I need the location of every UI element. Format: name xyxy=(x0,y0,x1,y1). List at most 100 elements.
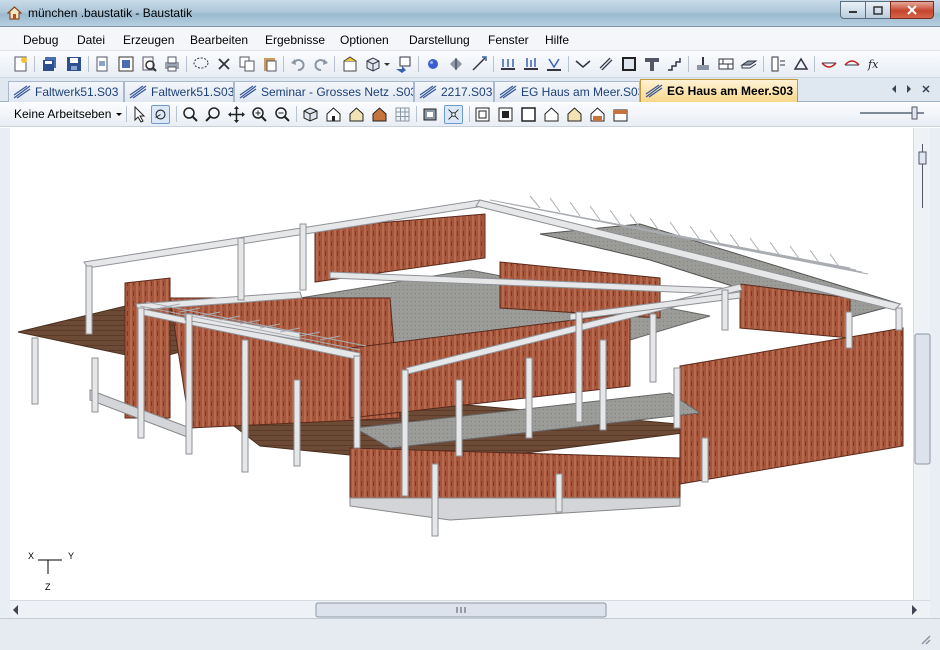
wall-icon[interactable] xyxy=(717,55,735,73)
load-area-icon[interactable] xyxy=(522,55,540,73)
save-all-icon[interactable] xyxy=(41,55,59,73)
view-house-icon[interactable] xyxy=(542,105,561,124)
menu-hilfe[interactable]: Hilfe xyxy=(545,33,569,47)
tab-2217[interactable]: 2217.S03 xyxy=(414,81,494,102)
menu-ergebnisse[interactable]: Ergebnisse xyxy=(265,33,325,47)
export-icon[interactable] xyxy=(394,55,412,73)
lasso-select-icon[interactable] xyxy=(192,55,210,73)
viewport-frame-left xyxy=(0,128,10,618)
wall-left-end xyxy=(124,277,171,419)
window-title: münchen .baustatik - Baustatik xyxy=(28,6,193,20)
menu-fenster[interactable]: Fenster xyxy=(488,33,529,47)
load-case-icon[interactable] xyxy=(499,55,517,73)
load-line-icon[interactable] xyxy=(545,55,563,73)
view-front-icon[interactable] xyxy=(496,105,515,124)
tab-eg-haus-a[interactable]: EG Haus am Meer.S03 xyxy=(494,81,640,102)
maximize-icon xyxy=(873,5,883,15)
view-house-right-icon[interactable] xyxy=(588,105,607,124)
plate-icon[interactable] xyxy=(620,55,638,73)
render-solid-icon[interactable] xyxy=(421,105,440,124)
building-model: X Y Z xyxy=(17,195,904,592)
minimize-button[interactable] xyxy=(840,1,866,19)
t-section-icon[interactable] xyxy=(643,55,661,73)
close-button[interactable] xyxy=(890,1,934,19)
view-side-icon[interactable] xyxy=(519,105,538,124)
zoom-in-icon[interactable] xyxy=(250,105,269,124)
wall-front xyxy=(349,447,681,499)
zoom-slider[interactable] xyxy=(858,106,926,120)
foundation-icon[interactable] xyxy=(694,55,712,73)
menu-bearbeiten[interactable]: Bearbeiten xyxy=(190,33,248,47)
view-top-icon[interactable] xyxy=(473,105,492,124)
tab-faltwerk51-a[interactable]: Faltwerk51.S03 xyxy=(8,81,124,102)
moment-curve-icon[interactable] xyxy=(820,55,838,73)
delete-icon[interactable] xyxy=(215,55,233,73)
workplane-dropdown[interactable]: Keine Arbeitseben xyxy=(14,107,123,121)
tab-scroll-left-icon[interactable] xyxy=(890,84,898,94)
undo-icon[interactable] xyxy=(289,55,307,73)
slab-icon[interactable] xyxy=(740,55,758,73)
coordinate-axes xyxy=(38,559,62,574)
beam-icon[interactable] xyxy=(574,55,592,73)
redo-icon[interactable] xyxy=(312,55,330,73)
zoom-icon[interactable] xyxy=(204,105,223,124)
pan-icon[interactable] xyxy=(227,105,246,124)
zoom-window-icon[interactable] xyxy=(181,105,200,124)
render-wire-icon[interactable] xyxy=(444,105,463,124)
deflection-icon[interactable] xyxy=(843,55,861,73)
tab-label: 2217.S03 xyxy=(441,85,493,99)
vertical-scrollbar[interactable] xyxy=(913,128,931,600)
support-icon[interactable] xyxy=(792,55,810,73)
stairs-icon[interactable] xyxy=(666,55,684,73)
page-icon[interactable] xyxy=(93,55,111,73)
iso-view-icon[interactable] xyxy=(301,105,320,124)
grid-icon[interactable] xyxy=(393,105,412,124)
document-tabs: Faltwerk51.S03 Faltwerk51.S03 Seminar - … xyxy=(0,78,940,102)
front-house-icon[interactable] xyxy=(324,105,343,124)
chevron-down-icon xyxy=(115,113,122,116)
menu-datei[interactable]: Datei xyxy=(77,33,105,47)
print-preview-icon[interactable] xyxy=(140,55,158,73)
minimize-icon xyxy=(849,11,857,13)
tab-seminar[interactable]: Seminar - Grosses Netz .S03 xyxy=(234,81,414,102)
zoom-out-icon[interactable] xyxy=(273,105,292,124)
menu-darstellung[interactable]: Darstellung xyxy=(409,33,470,47)
formula-icon[interactable]: fx xyxy=(866,55,884,73)
resize-grip-icon[interactable] xyxy=(920,634,932,646)
member-check-icon[interactable] xyxy=(769,55,787,73)
tab-eg-haus-active[interactable]: EG Haus am Meer.S03 xyxy=(640,79,798,102)
model-viewport[interactable]: X Y Z xyxy=(10,128,913,600)
measure-icon[interactable] xyxy=(470,55,488,73)
tab-scroll-right-icon[interactable] xyxy=(905,84,913,94)
title-bar: münchen .baustatik - Baustatik xyxy=(0,0,940,27)
back-house-icon[interactable] xyxy=(370,105,389,124)
preview-icon[interactable] xyxy=(117,55,135,73)
viewport-frame-right xyxy=(930,128,940,618)
menu-erzeugen[interactable]: Erzeugen xyxy=(123,33,174,47)
rotate-view-icon[interactable] xyxy=(447,55,465,73)
horizontal-scrollbar[interactable] xyxy=(10,600,930,618)
tab-close-icon[interactable] xyxy=(921,84,931,94)
menu-debug[interactable]: Debug xyxy=(23,33,58,47)
menu-optionen[interactable]: Optionen xyxy=(340,33,389,47)
structure-doc-icon xyxy=(239,85,257,99)
view-cube-icon[interactable] xyxy=(364,55,382,73)
column-icon[interactable] xyxy=(597,55,615,73)
orbit-icon[interactable] xyxy=(151,105,170,124)
save-icon[interactable] xyxy=(65,55,83,73)
side-house-icon[interactable] xyxy=(347,105,366,124)
view-house-back-icon[interactable] xyxy=(611,105,630,124)
pointer-icon[interactable] xyxy=(130,105,149,124)
new-file-icon[interactable] xyxy=(12,55,30,73)
paste-icon[interactable] xyxy=(261,55,279,73)
tab-label: Faltwerk51.S03 xyxy=(151,85,234,99)
copy-icon[interactable] xyxy=(238,55,256,73)
print-icon[interactable] xyxy=(163,55,181,73)
structure-doc-icon xyxy=(645,84,663,98)
tab-faltwerk51-b[interactable]: Faltwerk51.S03 xyxy=(124,81,234,102)
sphere-icon[interactable] xyxy=(424,55,442,73)
chevron-down-icon[interactable] xyxy=(383,55,391,73)
maximize-button[interactable] xyxy=(865,1,891,19)
view-house-left-icon[interactable] xyxy=(565,105,584,124)
structure-icon[interactable] xyxy=(341,55,359,73)
